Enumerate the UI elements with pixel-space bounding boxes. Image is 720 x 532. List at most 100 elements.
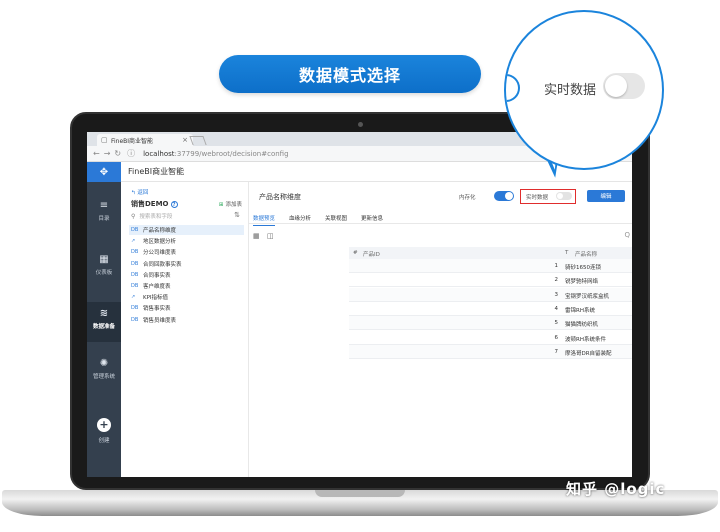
fine-logo-icon[interactable]: ✥ (87, 162, 121, 182)
cell-product-name: 雷锦RH系统 (565, 307, 595, 314)
edit-button[interactable]: 编辑 (587, 190, 625, 202)
table-icon: DB (131, 227, 139, 233)
package-title: 销售DEMO? (131, 199, 178, 209)
tree-item-label: KPI指标值 (143, 295, 169, 302)
magnified-in-memory-toggle-edge (506, 74, 520, 102)
cell-product-name: 波顿RH系统条件 (565, 336, 606, 343)
tree-search-input[interactable]: ⚲ 搜索表和字段 (131, 211, 229, 221)
left-rail: ≡ 目录 ▦ 仪表板 ≋ 数据准备 ✺ 管理系统 + 创建 (87, 182, 121, 477)
cell-product-id: 1 (554, 263, 559, 269)
add-table-label: 添加表 (225, 202, 242, 208)
table-icon: DB (131, 283, 139, 289)
laptop-notch (315, 490, 405, 497)
table-title: 产品名称维度 (259, 193, 301, 201)
table-header: # 产品ID T 产品名称 (349, 247, 632, 259)
dashboard-icon: ▦ (99, 254, 109, 265)
tab-update-info[interactable]: 更新信息 (361, 214, 383, 222)
rail-item-label: 仪表板 (95, 270, 113, 276)
stage: 数据模式选择 ▢ FineBI商业智能 × ← → ↻ ⓘ localhost:… (0, 0, 720, 532)
table-icon: DB (131, 260, 139, 267)
tree-item[interactable]: DB 产品名称维度 (129, 225, 244, 235)
cell-product-id: 6 (554, 334, 559, 341)
field-view-icon[interactable]: ◫ (267, 232, 274, 240)
magnified-realtime-toggle (603, 73, 645, 99)
cell-product-id: 5 (554, 320, 559, 327)
app-name: FineBI商业智能 (128, 167, 185, 176)
reload-icon[interactable]: ↻ (114, 149, 121, 158)
content-subtabs: 数据预览 血缘分析 关联视图 更新信息 (249, 212, 632, 226)
cell-product-name: 宝钢罗汉纸浆盒机 (565, 293, 610, 300)
back-arrow-icon[interactable]: ← (93, 149, 100, 158)
sort-icon[interactable]: ⇅ (234, 211, 240, 219)
tab-relation-view[interactable]: 关联视图 (325, 214, 347, 222)
header-type-number: # (353, 250, 358, 256)
header-product-id[interactable]: 产品ID (363, 250, 380, 258)
browser-tab[interactable]: ▢ FineBI商业智能 × (97, 134, 193, 146)
rail-item-dashboard[interactable]: ▦ 仪表板 (87, 254, 121, 294)
table-row[interactable]: 1 骑砂1650连锁 (349, 259, 632, 273)
header-product-name[interactable]: 产品名称 (575, 250, 597, 258)
table-tree-panel: ↰ 返回 销售DEMO? ⊞ 添加表 ⚲ 搜索表和字段 ⇅ DB 产品名称维度 ↗ 地区数… (121, 182, 249, 477)
cell-product-id: 7 (554, 348, 559, 355)
gear-icon: ✺ (99, 358, 109, 369)
rail-item-label: 目录 (98, 216, 110, 222)
cell-product-id: 3 (554, 291, 559, 298)
database-icon: ≋ (99, 308, 109, 319)
help-icon[interactable]: ? (170, 201, 178, 208)
package-title-text: 销售DEMO (131, 200, 169, 208)
tree-item-label: 合同事实表 (143, 272, 171, 279)
grid-view-icon[interactable]: ▦ (253, 232, 260, 240)
table-row[interactable]: 4 雷锦RH系统 (349, 302, 632, 316)
rail-item-catalog[interactable]: ≡ 目录 (87, 200, 121, 240)
cell-product-id: 4 (554, 305, 559, 312)
tree-item[interactable]: DB 合同回款事实表 (129, 259, 244, 269)
tab-data-preview[interactable]: 数据预览 (253, 214, 276, 226)
back-link[interactable]: ↰ 返回 (131, 188, 148, 196)
realtime-toggle[interactable] (556, 192, 572, 200)
tree-item-label: 分公司维度表 (143, 250, 177, 257)
rail-item-admin[interactable]: ✺ 管理系统 (87, 358, 121, 398)
tree-item[interactable]: DB 销售事实表 (129, 303, 244, 313)
list-icon: ≡ (99, 200, 109, 211)
table-row[interactable]: 3 宝钢罗汉纸浆盒机 (349, 287, 632, 302)
add-table-button[interactable]: ⊞ 添加表 (219, 200, 242, 208)
table-row[interactable]: 5 猫猫牌纺织机 (349, 316, 632, 331)
mode-title-banner: 数据模式选择 (219, 55, 481, 93)
tree-item[interactable]: DB 分公司维度表 (129, 247, 244, 257)
plus-icon: + (97, 418, 111, 432)
camera-dot (358, 122, 363, 127)
new-tab-button[interactable] (189, 136, 207, 145)
table-icon: DB (131, 249, 139, 256)
tree-item-label: 合同回款事实表 (143, 261, 182, 268)
page-info-icon[interactable]: ⓘ (127, 148, 135, 159)
table-icon: DB (131, 305, 139, 312)
analysis-icon: ↗ (131, 238, 136, 245)
tree-item-label: 销售事实表 (143, 306, 171, 313)
rail-item-data-prep[interactable]: ≋ 数据准备 (87, 302, 121, 342)
realtime-label: 实时数据 (526, 195, 549, 201)
watermark: 知乎 @logic (566, 480, 666, 498)
tree-item-label: 客户维度表 (143, 284, 171, 290)
table-row[interactable]: 7 摩洛哥DR自留装配 (349, 344, 632, 359)
tree-item[interactable]: DB 销售员维度表 (129, 315, 244, 325)
table-icon: DB (131, 316, 139, 323)
tree-item[interactable]: DB 客户维度表 (129, 281, 244, 291)
in-memory-toggle[interactable] (494, 191, 514, 201)
forward-arrow-icon[interactable]: → (104, 149, 111, 158)
tree-item[interactable]: ↗ 地区数据分析 (129, 236, 244, 246)
tab-lineage[interactable]: 血缘分析 (289, 214, 311, 222)
browser-tab-title: FineBI商业智能 (111, 137, 154, 145)
table-row[interactable]: 6 波顿RH系统条件 (349, 331, 632, 345)
back-label: 返回 (137, 190, 149, 196)
table-row[interactable]: 2 锐梦驰特网络 (349, 273, 632, 288)
content-search-icon[interactable]: Q (624, 231, 630, 239)
analysis-icon: ↗ (131, 294, 136, 301)
cell-product-name: 猫猫牌纺织机 (565, 322, 599, 329)
close-icon[interactable]: × (182, 136, 188, 144)
url-input[interactable]: localhost:37799/webroot/decision#config (143, 150, 288, 158)
tree-item[interactable]: ↗ KPI指标值 (129, 292, 244, 302)
content-area: 产品名称维度 内存化 实时数据 编辑 数据预览 血缘分析 关联视图 更新信息 ▦… (249, 182, 632, 477)
tree-item-label: 地区数据分析 (143, 239, 177, 246)
rail-item-create[interactable]: + 创建 (87, 418, 121, 458)
tree-item[interactable]: DB 合同事实表 (129, 270, 244, 280)
